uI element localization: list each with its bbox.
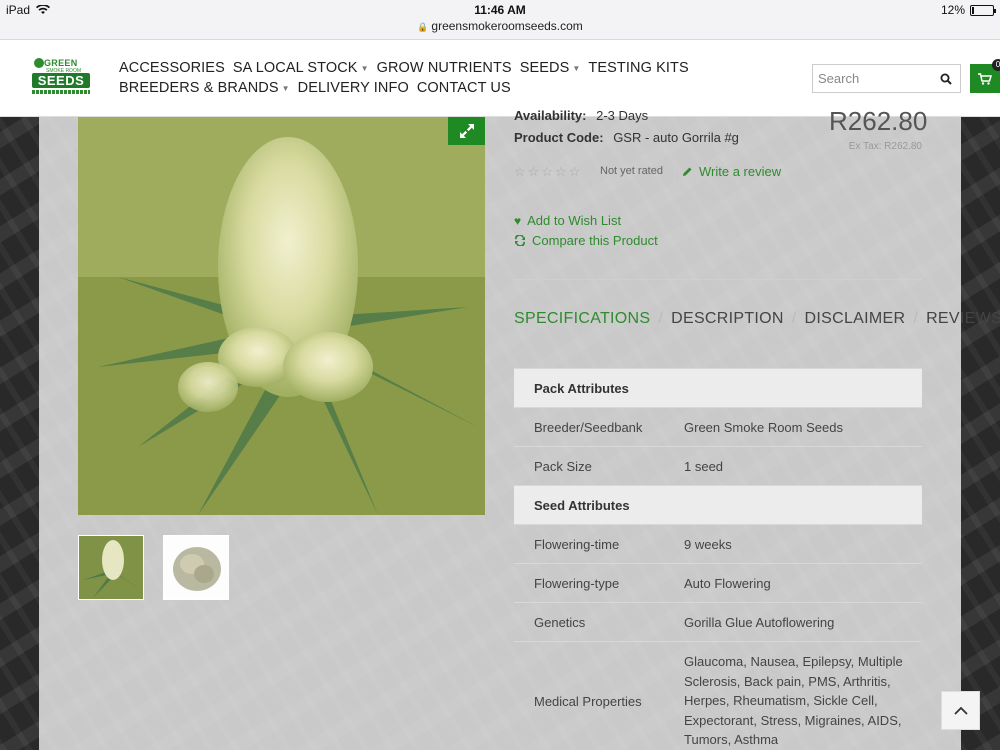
main-nav: ACCESSORIES SA LOCAL STOCK ▼ GROW NUTRIENTS…	[119, 58, 719, 98]
rating-stars[interactable]: ☆ ☆ ☆ ☆ ☆	[514, 164, 580, 180]
pencil-icon	[683, 167, 692, 176]
ex-tax-price: Ex Tax: R262.80	[848, 141, 922, 152]
tab-description[interactable]: DESCRIPTION	[671, 310, 784, 327]
spec-row: Flowering-time 9 weeks	[514, 524, 922, 563]
nav-item-contact-us[interactable]: CONTACT US	[417, 80, 511, 96]
product-main-image[interactable]	[78, 117, 485, 515]
cart-icon	[978, 72, 992, 85]
caret-down-icon: ▼	[281, 83, 290, 93]
thumbnail-1[interactable]	[78, 535, 144, 600]
compare-product-link[interactable]: Compare this Product	[514, 233, 658, 248]
nav-item-seeds[interactable]: SEEDS ▼	[520, 60, 581, 76]
rating-status: Not yet rated	[600, 165, 663, 177]
spec-group-header: Pack Attributes	[514, 368, 922, 407]
battery-percent: 12%	[940, 3, 965, 17]
tab-specifications[interactable]: SPECIFICATIONS	[514, 310, 650, 327]
product-code: Product Code: GSR - auto Gorrila #g	[514, 130, 739, 145]
search-icon	[940, 73, 952, 85]
compare-icon	[514, 235, 526, 246]
url-text: greensmokeroomseeds.com	[431, 19, 583, 33]
spec-row: Pack Size 1 seed	[514, 446, 922, 485]
nav-item-delivery-info[interactable]: DELIVERY INFO	[298, 80, 409, 96]
nav-item-grow-nutrients[interactable]: GROW NUTRIENTS	[377, 60, 512, 76]
search-box	[812, 64, 961, 93]
battery-icon	[970, 4, 996, 16]
nav-item-sa-local-stock[interactable]: SA LOCAL STOCK ▼	[233, 60, 369, 76]
nav-row-1: ACCESSORIES SA LOCAL STOCK ▼ GROW NUTRIENTS…	[119, 58, 719, 78]
plant-photo	[78, 117, 485, 515]
clock: 11:46 AM	[474, 3, 526, 17]
search-input[interactable]	[813, 65, 931, 92]
tab-disclaimer[interactable]: DISCLAIMER	[805, 310, 906, 327]
caret-down-icon: ▼	[572, 63, 581, 73]
divider	[514, 279, 922, 280]
star-empty-icon: ☆	[554, 164, 567, 179]
availability: Availability: 2-3 Days	[514, 108, 649, 123]
star-empty-icon: ☆	[514, 164, 526, 179]
nav-item-breeders-brands[interactable]: BREEDERS & BRANDS ▼	[119, 80, 290, 96]
scroll-to-top-button[interactable]	[941, 691, 980, 730]
spec-row: Genetics Gorilla Glue Autoflowering	[514, 602, 922, 641]
leaf-logo-icon	[34, 58, 44, 68]
divider	[674, 160, 675, 184]
spec-group-header: Seed Attributes	[514, 485, 922, 524]
search-button[interactable]	[932, 65, 960, 92]
nav-row-2: BREEDERS & BRANDS ▼ DELIVERY INFO CONTACT U…	[119, 78, 719, 98]
tab-separator: /	[658, 310, 664, 327]
lock-icon: 🔒	[417, 22, 429, 32]
product-price: R262.80	[829, 106, 928, 136]
nav-item-testing-kits[interactable]: TESTING KITS	[588, 60, 688, 76]
spec-row: Breeder/Seedbank Green Smoke Room Seeds	[514, 407, 922, 446]
specifications-table: Pack Attributes Breeder/Seedbank Green S…	[514, 368, 922, 750]
chevron-up-icon	[953, 706, 968, 715]
ios-status-bar: iPad 11:46 AM 🔒 greensmokeroomseeds.com 1…	[0, 0, 1000, 40]
nav-item-accessories[interactable]: ACCESSORIES	[119, 60, 225, 76]
star-empty-icon: ☆	[568, 164, 581, 179]
site-logo[interactable]: GREEN SMOKE ROOM SEEDS	[30, 58, 92, 98]
spec-row: Flowering-type Auto Flowering	[514, 563, 922, 602]
address-bar[interactable]: 🔒 greensmokeroomseeds.com	[0, 19, 1000, 33]
star-empty-icon: ☆	[527, 164, 540, 179]
add-to-wishlist-link[interactable]: ♥ Add to Wish List	[514, 213, 621, 228]
caret-down-icon: ▼	[360, 63, 369, 73]
expand-image-button[interactable]	[448, 117, 485, 145]
thumbnail-2[interactable]	[163, 535, 229, 600]
tab-separator: /	[791, 310, 797, 327]
cart-count-badge: 0	[992, 59, 1000, 71]
product-tabs: SPECIFICATIONS / DESCRIPTION / DISCLAIMER / RE…	[514, 309, 1000, 329]
cart-button[interactable]: 0	[970, 59, 1000, 93]
tab-reviews[interactable]: REVIEWS	[926, 310, 1000, 327]
spec-row: Medical Properties Glaucoma, Nausea, Epi…	[514, 641, 922, 750]
expand-icon	[459, 124, 474, 138]
star-empty-icon: ☆	[541, 164, 553, 179]
heart-icon: ♥	[514, 213, 522, 228]
tab-separator: /	[913, 310, 919, 327]
write-review-link[interactable]: Write a review	[682, 164, 781, 179]
